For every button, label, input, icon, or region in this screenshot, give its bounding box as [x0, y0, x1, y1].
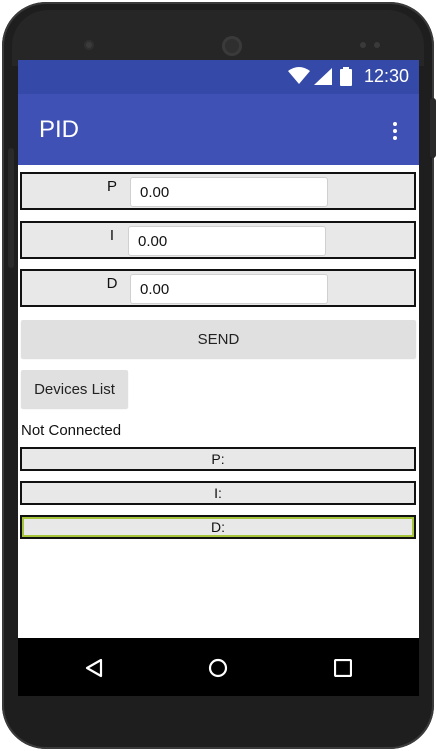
- wifi-icon: [288, 67, 310, 84]
- param-row-d: D: [20, 269, 416, 307]
- phone-top-bezel: [12, 10, 424, 66]
- app-bar: PID: [18, 94, 419, 165]
- back-icon[interactable]: [84, 658, 104, 678]
- light-sensor: [374, 42, 380, 48]
- p-value-field[interactable]: [130, 177, 328, 207]
- connection-status: Not Connected: [21, 422, 122, 439]
- i-value-field[interactable]: [128, 226, 326, 256]
- status-time: 12:30: [363, 66, 409, 86]
- front-camera: [84, 40, 94, 50]
- output-d: D:: [20, 515, 416, 539]
- power-button: [430, 98, 436, 158]
- d-value-field[interactable]: [130, 274, 328, 304]
- battery-icon: [340, 67, 352, 86]
- earpiece-speaker: [222, 36, 242, 56]
- home-icon[interactable]: [208, 658, 228, 678]
- proximity-sensor: [360, 42, 366, 48]
- status-bar: 12:30: [18, 60, 419, 94]
- param-row-p: P: [20, 172, 416, 210]
- navigation-bar: [18, 638, 419, 696]
- output-i: I:: [20, 481, 416, 505]
- signal-icon: [314, 68, 332, 85]
- param-row-i: I: [20, 221, 416, 259]
- overflow-menu-icon[interactable]: [388, 122, 402, 144]
- devices-list-button[interactable]: Devices List: [21, 370, 128, 408]
- volume-button: [8, 148, 14, 268]
- recent-apps-icon[interactable]: [334, 659, 352, 677]
- app-title: PID: [39, 116, 80, 143]
- output-p: P:: [20, 447, 416, 471]
- send-button[interactable]: SEND: [21, 320, 416, 358]
- app-screen: 12:30 PID P I D SEND Devices List Not Co…: [18, 60, 419, 638]
